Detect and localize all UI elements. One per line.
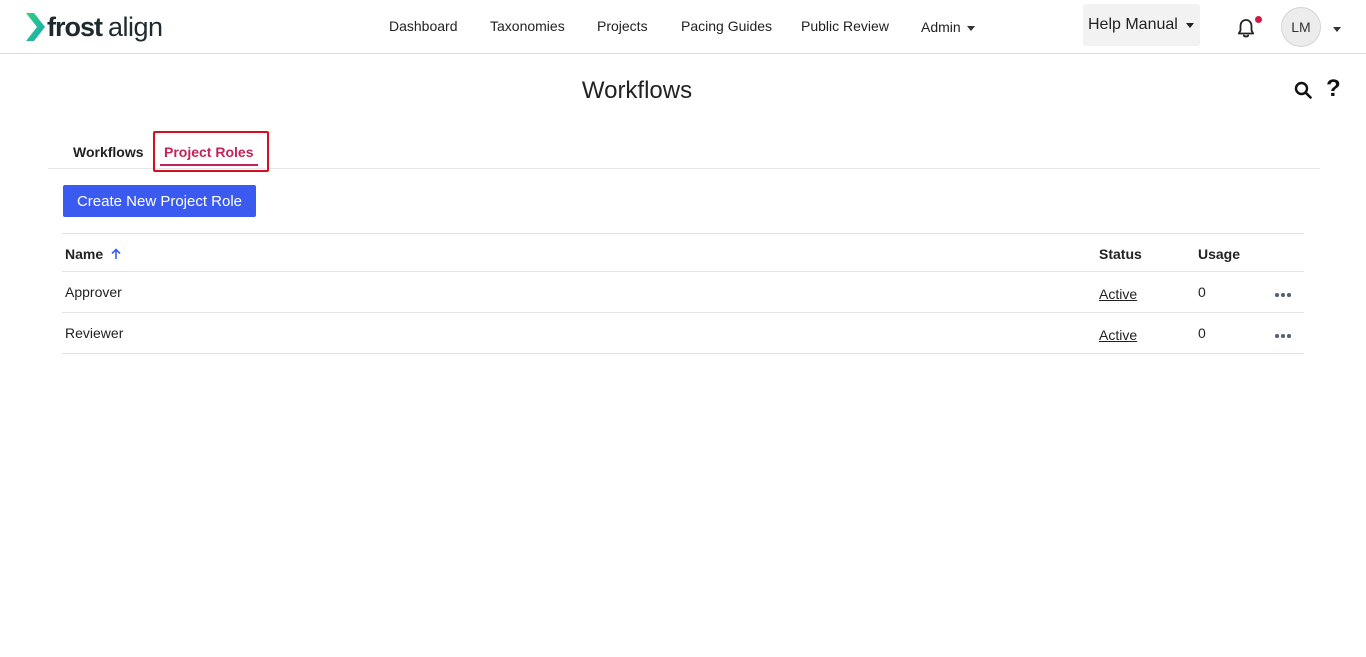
status-link[interactable]: Active	[1099, 327, 1137, 343]
page-title: Workflows	[581, 77, 693, 104]
nav-pacing-guides[interactable]: Pacing Guides	[681, 18, 772, 34]
more-horizontal-icon[interactable]	[1275, 334, 1291, 338]
nav-projects[interactable]: Projects	[597, 18, 648, 34]
chevron-down-icon[interactable]	[1333, 27, 1341, 32]
notification-dot	[1255, 16, 1262, 23]
tab-project-roles[interactable]: Project Roles	[164, 144, 253, 160]
question-mark-icon[interactable]: ?	[1326, 77, 1344, 101]
chevron-down-icon	[966, 25, 975, 31]
tab-workflows[interactable]: Workflows	[73, 144, 144, 160]
usage-count: 0	[1198, 284, 1206, 300]
nav-admin-dropdown[interactable]: Admin	[921, 19, 975, 35]
create-new-project-role-button[interactable]: Create New Project Role	[63, 185, 256, 217]
user-avatar[interactable]: LM	[1281, 7, 1321, 47]
column-header-name[interactable]: Name	[65, 246, 122, 262]
nav-admin-label: Admin	[921, 19, 961, 35]
search-icon[interactable]	[1294, 81, 1312, 99]
column-header-status: Status	[1099, 246, 1142, 262]
tab-bar: Workflows Project Roles	[48, 130, 1320, 169]
arrow-up-icon[interactable]	[110, 248, 122, 260]
table-row: Reviewer Active 0	[62, 313, 1304, 354]
role-name: Approver	[65, 284, 122, 300]
chevron-down-icon	[1185, 22, 1194, 28]
status-link[interactable]: Active	[1099, 286, 1137, 302]
project-roles-table: Name Status Usage Approver Active 0 Revi…	[62, 233, 1304, 354]
nav-public-review[interactable]: Public Review	[801, 18, 889, 34]
nav-dashboard[interactable]: Dashboard	[389, 18, 458, 34]
top-navigation-bar: frost align Dashboard Taxonomies Project…	[0, 0, 1366, 54]
help-manual-dropdown[interactable]: Help Manual	[1083, 4, 1200, 46]
active-tab-indicator	[160, 164, 258, 166]
column-header-name-label: Name	[65, 246, 104, 262]
bell-icon[interactable]	[1235, 17, 1257, 39]
role-name: Reviewer	[65, 325, 124, 341]
column-header-usage: Usage	[1198, 246, 1241, 262]
usage-count: 0	[1198, 325, 1206, 341]
help-manual-label: Help Manual	[1088, 16, 1178, 33]
table-row: Approver Active 0	[62, 272, 1304, 313]
table-header: Name Status Usage	[62, 233, 1304, 272]
nav-taxonomies[interactable]: Taxonomies	[490, 18, 565, 34]
more-horizontal-icon[interactable]	[1275, 293, 1291, 297]
user-initials: LM	[1291, 19, 1311, 35]
